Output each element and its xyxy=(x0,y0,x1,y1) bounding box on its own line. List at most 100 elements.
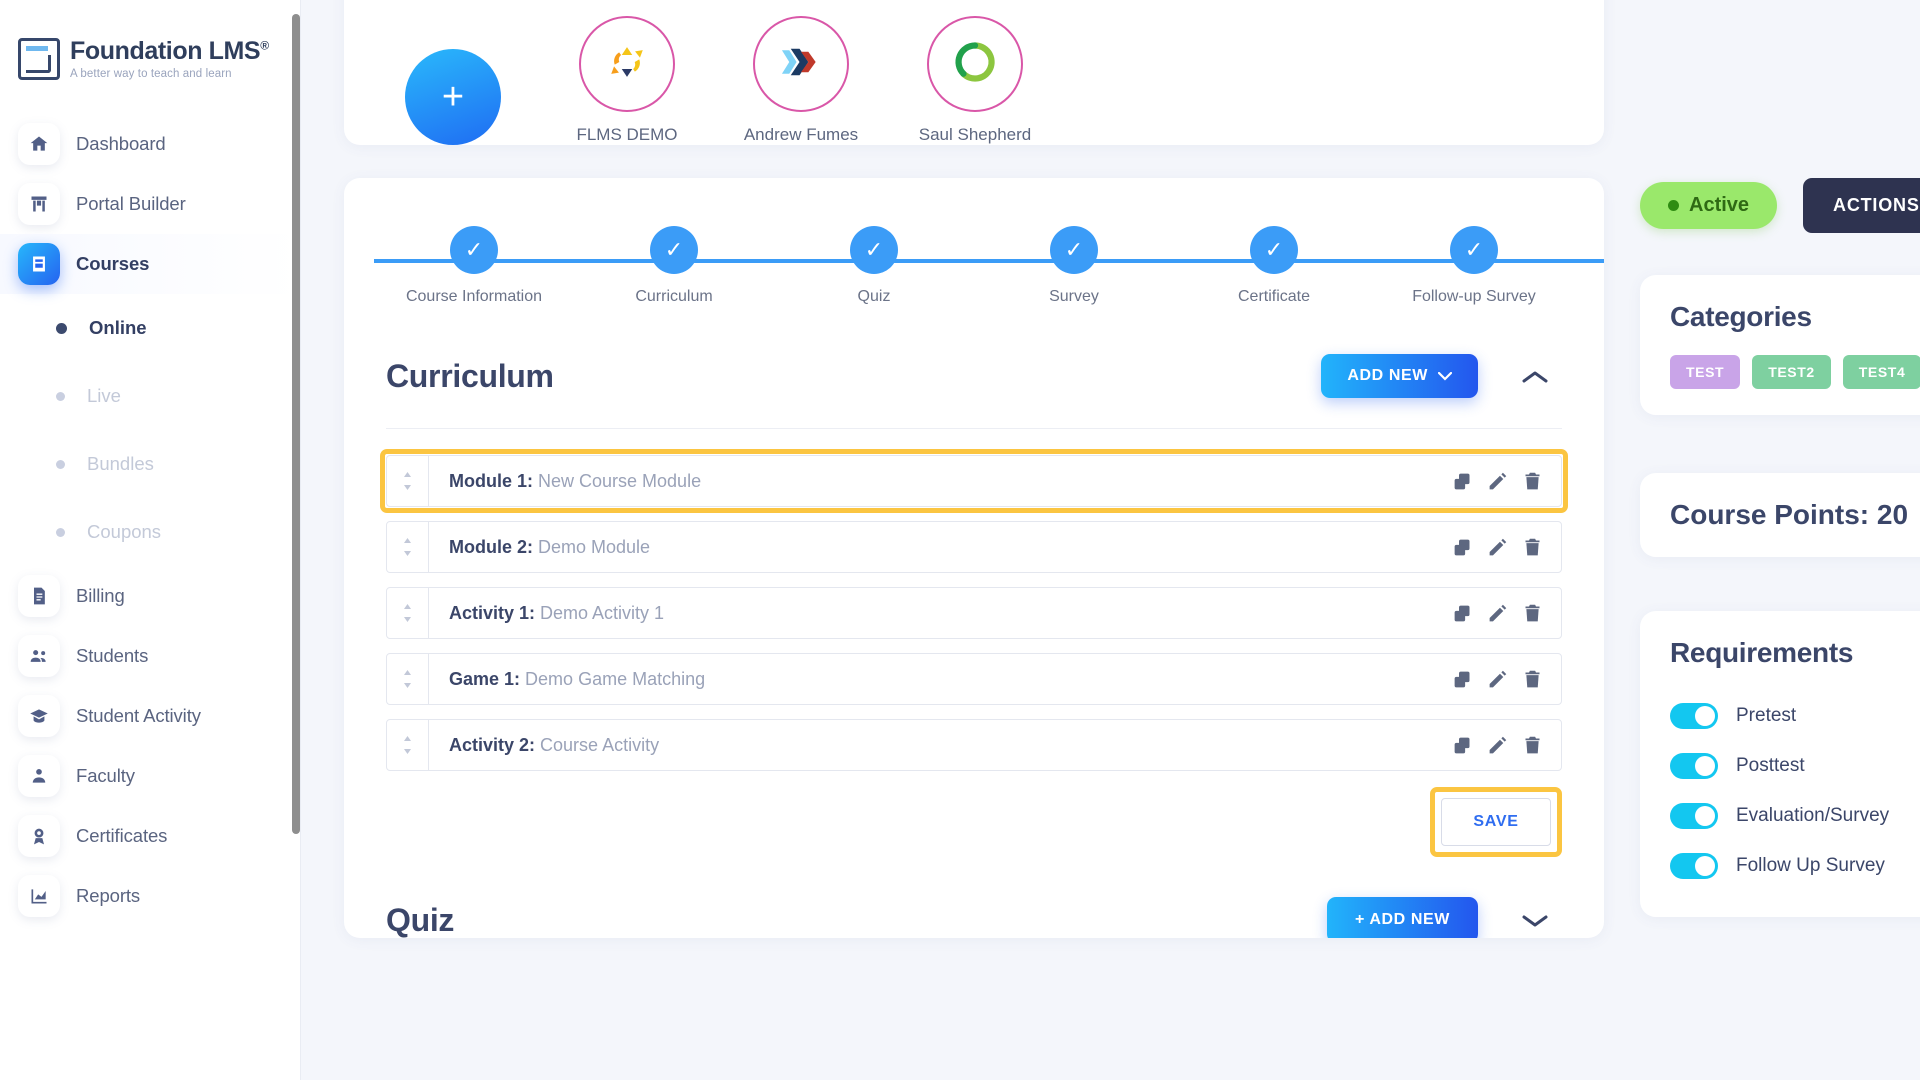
edit-icon[interactable] xyxy=(1487,537,1508,558)
delete-icon[interactable] xyxy=(1522,471,1543,492)
step-label: Course Information xyxy=(405,288,543,305)
requirement-label: Pretest xyxy=(1736,705,1797,726)
status-row: Active ACTIONS xyxy=(1630,178,1920,233)
sidebar-item-courses[interactable]: Courses xyxy=(0,234,300,294)
drag-handle-icon[interactable] xyxy=(387,720,429,770)
delete-icon[interactable] xyxy=(1522,735,1543,756)
duplicate-icon[interactable] xyxy=(1452,669,1473,690)
step-follow-up-survey[interactable]: ✓ Follow-up Survey xyxy=(1374,226,1574,306)
curriculum-add-new-button[interactable]: ADD NEW xyxy=(1321,354,1478,398)
sidebar-subitem-coupons[interactable]: Coupons xyxy=(0,498,300,566)
brand-tagline: A better way to teach and learn xyxy=(70,67,232,80)
story-item[interactable]: Andrew Fumes xyxy=(742,16,860,145)
actions-button[interactable]: ACTIONS xyxy=(1803,178,1920,233)
step-check-icon[interactable]: ✓ xyxy=(1450,226,1498,274)
sidebar-item-students[interactable]: Students xyxy=(0,626,300,686)
curriculum-collapse-toggle[interactable] xyxy=(1508,363,1562,389)
curriculum-divider xyxy=(386,428,1562,429)
quiz-collapse-toggle[interactable] xyxy=(1508,907,1562,933)
sidebar-scrollbar[interactable] xyxy=(292,14,300,834)
table-row[interactable]: Module 1: New Course Module xyxy=(386,455,1562,507)
story-item[interactable]: Saul Shepherd xyxy=(916,16,1034,145)
app-root: Foundation LMS® A better way to teach an… xyxy=(0,0,1920,1080)
sidebar-item-faculty[interactable]: Faculty xyxy=(0,746,300,806)
table-row[interactable]: Module 2: Demo Module xyxy=(386,521,1562,573)
sidebar-subitem-live[interactable]: Live xyxy=(0,362,300,430)
toggle-posttest[interactable] xyxy=(1670,753,1718,779)
sidebar-subitem-label: Online xyxy=(89,317,147,338)
edit-icon[interactable] xyxy=(1487,735,1508,756)
drag-handle-icon[interactable] xyxy=(387,654,429,704)
row-actions xyxy=(1452,471,1561,492)
brand-logo[interactable]: Foundation LMS® A better way to teach an… xyxy=(0,0,300,80)
step-check-icon[interactable]: ✓ xyxy=(850,226,898,274)
delete-icon[interactable] xyxy=(1522,537,1543,558)
category-tag[interactable]: TEST2 xyxy=(1752,355,1831,389)
step-certificate[interactable]: ✓ Certificate xyxy=(1174,226,1374,306)
save-button[interactable]: SAVE xyxy=(1441,798,1551,846)
sidebar-subitem-label: Coupons xyxy=(87,521,162,542)
sidebar-item-label: Students xyxy=(76,645,149,666)
curriculum-row: Activity 1: Demo Activity 1 xyxy=(386,587,1562,639)
sidebar-item-dashboard[interactable]: Dashboard xyxy=(0,114,300,174)
step-check-icon[interactable]: ✓ xyxy=(1250,226,1298,274)
story-avatar-ring xyxy=(579,16,675,112)
step-check-icon[interactable]: ✓ xyxy=(650,226,698,274)
story-add[interactable]: + xyxy=(394,49,512,145)
requirements-card: Requirements Pretest Posttest Evaluation… xyxy=(1640,611,1920,917)
sidebar-item-label: Dashboard xyxy=(76,133,166,154)
step-check-icon[interactable]: ✓ xyxy=(1050,226,1098,274)
sidebar-item-label: Courses xyxy=(76,253,150,274)
delete-icon[interactable] xyxy=(1522,603,1543,624)
sidebar-item-label: Certificates xyxy=(76,825,168,846)
table-row[interactable]: Game 1: Demo Game Matching xyxy=(386,653,1562,705)
sidebar-subitem-label: Live xyxy=(87,385,121,406)
sidebar-item-reports[interactable]: Reports xyxy=(0,866,300,926)
sidebar-item-portal-builder[interactable]: Portal Builder xyxy=(0,174,300,234)
status-badge[interactable]: Active xyxy=(1640,182,1778,229)
delete-icon[interactable] xyxy=(1522,669,1543,690)
duplicate-icon[interactable] xyxy=(1452,537,1473,558)
edit-icon[interactable] xyxy=(1487,471,1508,492)
duplicate-icon[interactable] xyxy=(1452,735,1473,756)
categories-card: Categories TEST TEST2 TEST4 xyxy=(1640,275,1920,415)
sidebar-subitem-online[interactable]: Online xyxy=(0,294,300,362)
quiz-header: Quiz + ADD NEW xyxy=(386,897,1562,938)
toggle-evaluation-survey[interactable] xyxy=(1670,803,1718,829)
edit-icon[interactable] xyxy=(1487,669,1508,690)
requirement-row: Evaluation/Survey xyxy=(1670,791,1920,841)
step-quiz[interactable]: ✓ Quiz xyxy=(774,226,974,306)
row-actions xyxy=(1452,735,1561,756)
drag-handle-icon[interactable] xyxy=(387,456,429,506)
sidebar-subitem-bundles[interactable]: Bundles xyxy=(0,430,300,498)
edit-icon[interactable] xyxy=(1487,603,1508,624)
person-icon xyxy=(18,755,60,797)
duplicate-icon[interactable] xyxy=(1452,471,1473,492)
sidebar: Foundation LMS® A better way to teach an… xyxy=(0,0,300,1080)
step-course-information[interactable]: ✓ Course Information xyxy=(374,226,574,306)
course-side-panel: Active ACTIONS Categories TEST TEST2 TES… xyxy=(1630,178,1920,917)
category-tag[interactable]: TEST4 xyxy=(1842,355,1920,389)
category-tag[interactable]: TEST xyxy=(1670,355,1741,389)
step-curriculum[interactable]: ✓ Curriculum xyxy=(574,226,774,306)
sidebar-item-label: Student Activity xyxy=(76,705,201,726)
table-row[interactable]: Activity 1: Demo Activity 1 xyxy=(386,587,1562,639)
row-prefix: Module 2: xyxy=(449,536,533,557)
sidebar-item-billing[interactable]: Billing xyxy=(0,566,300,626)
toggle-follow-up-survey[interactable] xyxy=(1670,853,1718,879)
add-story-button[interactable]: + xyxy=(405,49,501,145)
table-row[interactable]: Activity 2: Course Activity xyxy=(386,719,1562,771)
quiz-add-new-button[interactable]: + ADD NEW xyxy=(1326,897,1478,938)
sidebar-item-certificates[interactable]: Certificates xyxy=(0,806,300,866)
drag-handle-icon[interactable] xyxy=(387,588,429,638)
row-actions xyxy=(1452,669,1561,690)
step-survey[interactable]: ✓ Survey xyxy=(974,226,1174,306)
curriculum-title: Curriculum xyxy=(386,357,554,394)
drag-handle-icon[interactable] xyxy=(387,522,429,572)
toggle-pretest[interactable] xyxy=(1670,703,1718,729)
duplicate-icon[interactable] xyxy=(1452,603,1473,624)
step-check-icon[interactable]: ✓ xyxy=(450,226,498,274)
story-item[interactable]: FLMS DEMO xyxy=(568,16,686,145)
chevron-down-icon xyxy=(1437,369,1453,384)
sidebar-item-student-activity[interactable]: Student Activity xyxy=(0,686,300,746)
